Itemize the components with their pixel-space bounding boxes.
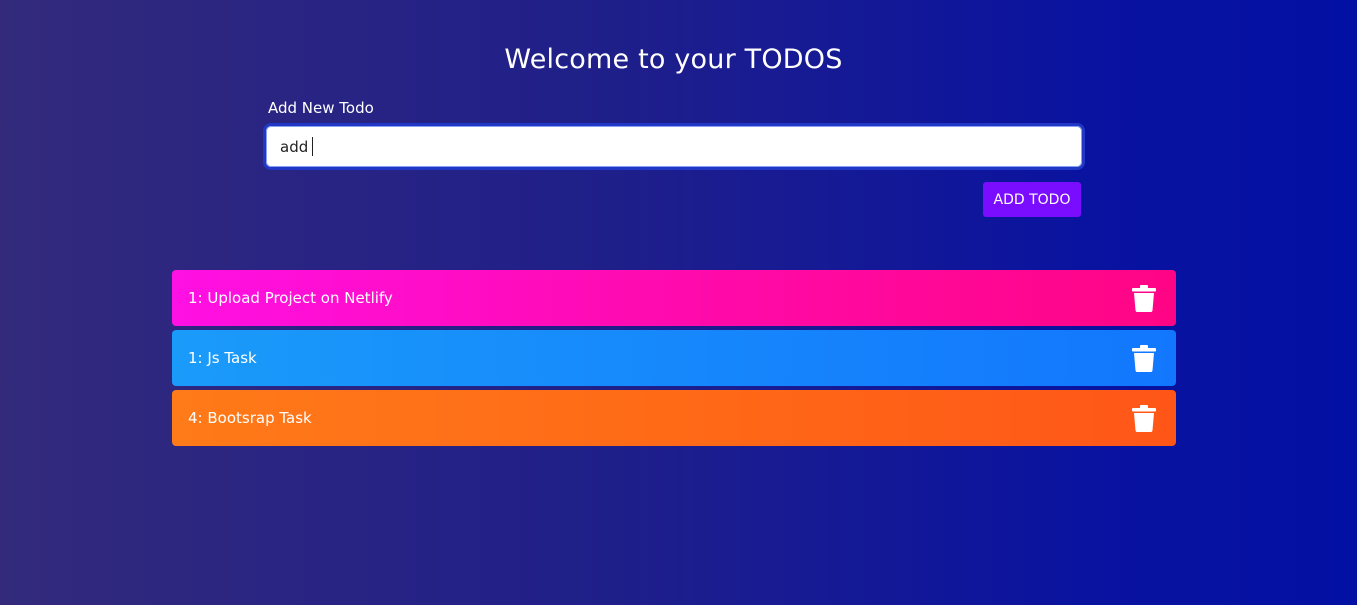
todo-item: 1: Js Task <box>172 330 1176 386</box>
todo-list: 1: Upload Project on Netlify 1: Js Task … <box>172 270 1176 450</box>
add-todo-button[interactable]: ADD TODO <box>983 182 1081 217</box>
todo-item: 1: Upload Project on Netlify <box>172 270 1176 326</box>
trash-icon[interactable] <box>1132 345 1156 372</box>
todo-text: 4: Bootsrap Task <box>188 409 312 427</box>
page-title: Welcome to your TODOS <box>504 44 843 75</box>
todo-input[interactable] <box>266 126 1082 167</box>
text-caret <box>312 137 313 156</box>
todo-input-wrapper <box>266 126 1082 167</box>
trash-icon[interactable] <box>1132 285 1156 312</box>
todo-text: 1: Js Task <box>188 349 257 367</box>
trash-icon[interactable] <box>1132 405 1156 432</box>
todo-text: 1: Upload Project on Netlify <box>188 289 393 307</box>
todo-item: 4: Bootsrap Task <box>172 390 1176 446</box>
add-todo-label: Add New Todo <box>268 99 374 117</box>
